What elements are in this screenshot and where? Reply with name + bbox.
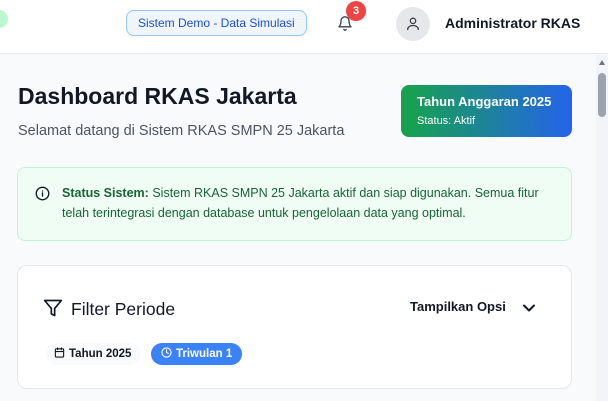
notification-count-badge: 3 — [346, 1, 366, 21]
top-navbar: Sistem Demo - Data Simulasi 3 Administra… — [0, 0, 608, 54]
page-title: Dashboard RKAS Jakarta — [18, 83, 297, 109]
quarter-filter-chip[interactable]: Triwulan 1 — [151, 343, 243, 365]
fiscal-year-status: Status: Aktif — [417, 115, 476, 127]
year-filter-chip[interactable]: Tahun 2025 — [46, 343, 142, 365]
year-chip-label: Tahun 2025 — [69, 348, 132, 360]
main-content: Dashboard RKAS Jakarta Selamat datang di… — [0, 55, 596, 401]
user-name[interactable]: Administrator RKAS — [445, 15, 580, 31]
fiscal-year-card: Tahun Anggaran 2025 Status: Aktif — [401, 85, 572, 137]
system-status-alert: Status Sistem: Sistem RKAS SMPN 25 Jakar… — [17, 167, 572, 241]
show-options-button[interactable]: Tampilkan Opsi — [410, 299, 506, 314]
demo-badge: Sistem Demo - Data Simulasi — [126, 10, 307, 36]
alert-label: Status Sistem: — [62, 186, 149, 200]
user-icon — [407, 17, 419, 31]
scroll-up-arrow-icon[interactable] — [599, 60, 605, 65]
filter-card: Filter Periode Tampilkan Opsi Tahun 2025… — [17, 265, 572, 389]
quarter-chip-label: Triwulan 1 — [176, 348, 233, 360]
scrollbar[interactable] — [596, 55, 608, 401]
info-icon — [35, 186, 50, 201]
chevron-down-icon[interactable] — [523, 304, 535, 312]
avatar[interactable] — [396, 7, 430, 41]
sidebar-indicator — [0, 10, 8, 28]
filter-title: Filter Periode — [71, 299, 176, 319]
page-subtitle: Selamat datang di Sistem RKAS SMPN 25 Ja… — [18, 123, 345, 139]
alert-message: Status Sistem: Sistem RKAS SMPN 25 Jakar… — [62, 183, 558, 223]
clock-icon — [161, 347, 172, 358]
filter-icon — [43, 299, 63, 317]
fiscal-year-title: Tahun Anggaran 2025 — [417, 94, 552, 109]
scroll-thumb[interactable] — [598, 73, 606, 117]
calendar-icon — [54, 347, 65, 358]
